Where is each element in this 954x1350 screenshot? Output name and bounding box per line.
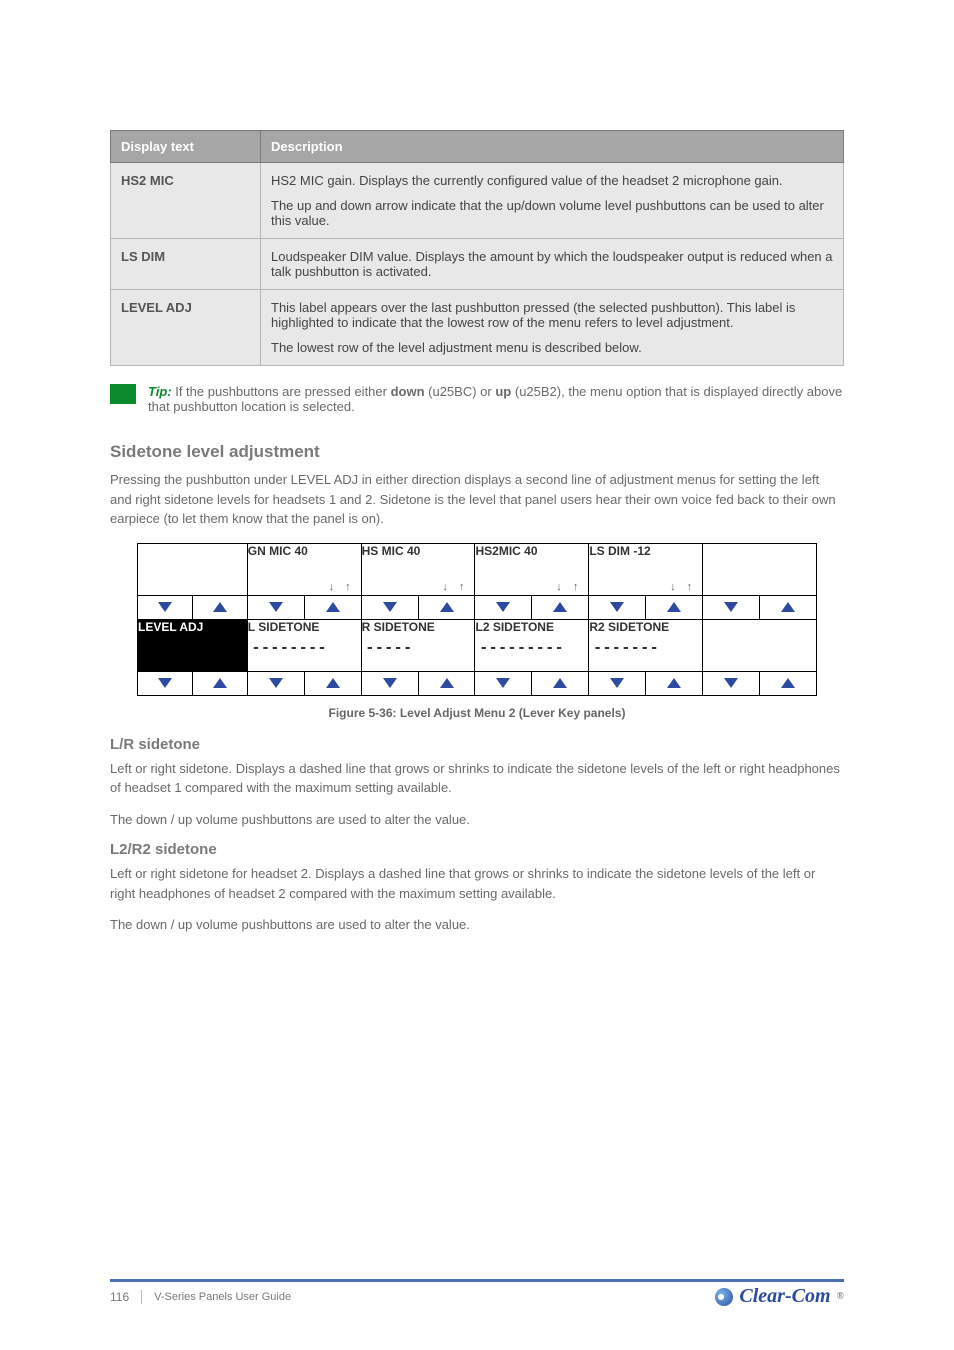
diag-cell-lsidetone: L SIDETONE -------- [247,619,361,671]
arrow-cell [247,595,361,619]
down-arrow-icon [496,678,510,688]
arrow-cell [138,595,248,619]
doc-title: V-Series Panels User Guide [154,1291,291,1303]
row-desc: This label appears over the last pushbut… [261,290,844,366]
arrow-cell [475,671,589,695]
up-arrow-icon [781,678,795,688]
up-arrow-icon [440,678,454,688]
logo-icon [715,1288,733,1306]
down-arrow-icon [269,602,283,612]
slider-bar: ----- [362,634,475,658]
page-content: Display text Description HS2 MIC HS2 MIC… [0,0,954,935]
down-arrow-icon [610,602,624,612]
diag-cell-l2sidetone: L2 SIDETONE --------- [475,619,589,671]
down-arrow-icon [158,602,172,612]
paragraph: Pressing the pushbutton under LEVEL ADJ … [110,470,844,529]
arrow-cell [475,595,589,619]
arrow-cell [361,671,475,695]
footer-rule [110,1279,844,1282]
arrow-cell [138,671,248,695]
diag-cell-blank [138,543,248,595]
heading-l2r2-sidetone: L2/R2 sidetone [110,841,844,858]
up-arrow-icon [667,602,681,612]
row-label: LS DIM [111,239,261,290]
up-arrow-icon [326,602,340,612]
range-icon: ↓ ↑ [329,581,355,593]
description-table: Display text Description HS2 MIC HS2 MIC… [110,130,844,366]
tip-callout: Tip: If the pushbuttons are pressed eith… [110,384,844,414]
brand-logo: Clear-Com ® [715,1285,844,1308]
down-arrow-icon [383,602,397,612]
arrow-cell [703,671,817,695]
slider-bar: -------- [248,634,361,658]
row-label: LEVEL ADJ [111,290,261,366]
row-label: HS2 MIC [111,163,261,239]
paragraph: The down / up volume pushbuttons are use… [110,915,844,935]
page-number: 116 [110,1290,142,1304]
slider-bar: ------- [589,634,702,658]
diag-cell-blank [703,543,817,595]
down-arrow-icon [383,678,397,688]
range-icon: ↓ ↑ [670,581,696,593]
heading-sidetone-adjust: Sidetone level adjustment [110,442,844,462]
down-arrow-icon [724,678,738,688]
arrow-cell [703,595,817,619]
table-row: LEVEL ADJ This label appears over the la… [111,290,844,366]
down-arrow-icon [269,678,283,688]
brand-text: Clear-Com [739,1285,830,1308]
slider-bar: --------- [475,634,588,658]
page-footer: 116 V-Series Panels User Guide Clear-Com… [110,1279,844,1308]
up-arrow-icon [553,602,567,612]
diag-cell-hs2mic: HS2MIC 40 ↓ ↑ [475,543,589,595]
up-arrow-icon [667,678,681,688]
arrow-cell [361,595,475,619]
diag-cell-lsdim: LS DIM -12 ↓ ↑ [589,543,703,595]
up-arrow-icon [553,678,567,688]
paragraph: The down / up volume pushbuttons are use… [110,810,844,830]
up-arrow-icon [213,678,227,688]
diag-cell-leveladj: LEVEL ADJ [138,619,248,671]
diag-cell-hsmic: HS MIC 40 ↓ ↑ [361,543,475,595]
down-arrow-icon [496,602,510,612]
diag-cell-blank [703,619,817,671]
diag-cell-r2sidetone: R2 SIDETONE ------- [589,619,703,671]
figure-caption: Figure 5-36: Level Adjust Menu 2 (Lever … [110,706,844,720]
arrow-cell [589,595,703,619]
paragraph: Left or right sidetone. Displays a dashe… [110,759,844,798]
tip-icon [110,384,136,404]
th-description: Description [261,131,844,163]
diag-cell-rsidetone: R SIDETONE ----- [361,619,475,671]
up-arrow-icon [781,602,795,612]
down-arrow-icon [724,602,738,612]
down-arrow-icon [610,678,624,688]
up-arrow-icon [213,602,227,612]
th-display-text: Display text [111,131,261,163]
range-icon: ↓ ↑ [442,581,468,593]
row-desc: Loudspeaker DIM value. Displays the amou… [261,239,844,290]
tip-label: Tip: [148,384,172,399]
paragraph: Left or right sidetone for headset 2. Di… [110,864,844,903]
up-arrow-icon [440,602,454,612]
heading-lr-sidetone: L/R sidetone [110,736,844,753]
down-arrow-icon [158,678,172,688]
arrow-cell [247,671,361,695]
row-desc: HS2 MIC gain. Displays the currently con… [261,163,844,239]
range-icon: ↓ ↑ [556,581,582,593]
level-adjust-diagram: GN MIC 40 ↓ ↑ HS MIC 40 ↓ ↑ HS2MIC 40 ↓ … [137,543,817,696]
registered-mark: ® [837,1291,844,1302]
table-row: HS2 MIC HS2 MIC gain. Displays the curre… [111,163,844,239]
arrow-cell [589,671,703,695]
diag-cell-gnmic: GN MIC 40 ↓ ↑ [247,543,361,595]
table-row: LS DIM Loudspeaker DIM value. Displays t… [111,239,844,290]
up-arrow-icon [326,678,340,688]
tip-text: Tip: If the pushbuttons are pressed eith… [148,384,844,414]
